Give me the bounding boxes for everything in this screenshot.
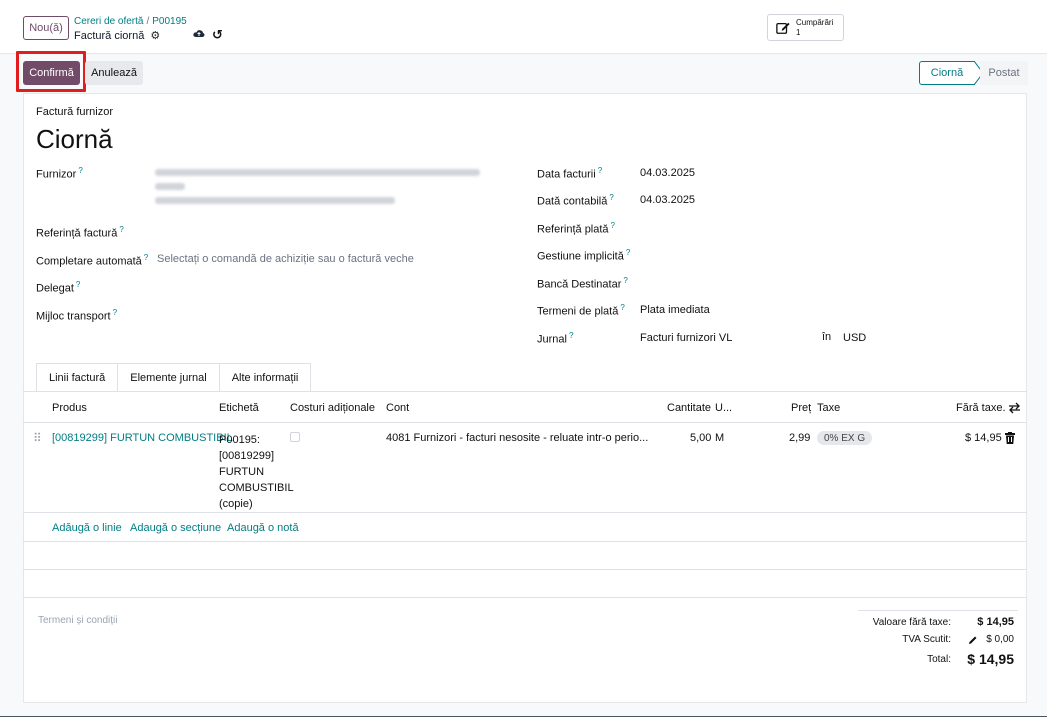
row-uom[interactable]: M [715,432,724,444]
terms-conditions-input[interactable]: Termeni și condiții [38,615,117,626]
default-management-label: Gestiune implicită? [537,248,631,263]
bill-reference-label: Referință factură? [36,225,124,240]
purchases-smart-button[interactable]: Cumpărări 1 [767,14,844,41]
vendor-field[interactable] [155,166,485,216]
row-label-line: (copie) [219,498,253,510]
payment-terms-input[interactable]: Plata imediata [640,304,710,316]
vendor-label: Furnizor? [36,166,83,181]
invoice-date-label: Data facturii? [537,166,603,181]
breadcrumb: Cereri de ofertă / P00195 [74,16,187,27]
status-step-draft[interactable]: Ciornă [919,61,975,85]
row-label-line: [00819299] [219,450,275,462]
cancel-button[interactable]: Anulează [85,61,143,85]
record-title-line: Factură ciornă ⚙ [74,29,160,43]
add-note-link[interactable]: Adaugă o notă [227,522,299,534]
journal-input[interactable]: Facturi furnizori VL [640,332,732,344]
tab-other-info[interactable]: Alte informații [218,363,312,392]
delegate-input[interactable] [155,278,485,294]
status-step-posted[interactable]: Postat [980,61,1028,85]
autocomplete-input[interactable]: Selectați o comandă de achiziție sau o f… [157,253,414,265]
column-account[interactable]: Cont [386,402,409,414]
discard-icon[interactable]: ↺ [212,27,223,43]
empty-row [23,570,1027,598]
row-label-line: COMBUSTIBIL [219,482,294,494]
add-section-link[interactable]: Adaugă o secțiune [130,522,221,534]
breadcrumb-separator: / [146,16,150,27]
cloud-save-icon[interactable] [193,28,205,38]
currency-input[interactable]: USD [843,332,866,344]
column-settings-icon[interactable] [1008,402,1021,414]
row-label-line: FURTUN [219,466,265,478]
total-value: $ 14,95 [967,651,1014,667]
row-subtotal: $ 14,95 [965,432,1002,444]
control-panel [0,0,1047,54]
destination-bank-input[interactable] [640,274,870,290]
tax-label: TVA Scutit: [902,634,951,645]
column-label[interactable]: Etichetă [219,402,259,414]
accounting-date-input[interactable]: 04.03.2025 [640,194,695,206]
breadcrumb-record-link[interactable]: P00195 [152,16,186,27]
row-label[interactable]: P00195: [00819299] FURTUN COMBUSTIBIL (c… [219,432,294,512]
column-uom[interactable]: U... [715,402,732,414]
payment-reference-label: Referință plată? [537,221,615,236]
pencil-icon[interactable] [968,635,978,645]
empty-row [23,542,1027,570]
purchases-label: Cumpărări [796,18,834,27]
accounting-date-label: Dată contabilă? [537,193,614,208]
transport-label: Mijloc transport? [36,308,118,323]
record-title: Factură ciornă [74,29,145,42]
trash-icon[interactable] [1005,432,1015,444]
tab-invoice-lines[interactable]: Linii factură [36,363,119,392]
row-price[interactable]: 2,99 [789,432,810,444]
untaxed-amount-value: $ 14,95 [977,616,1014,628]
tax-value: $ 0,00 [986,634,1014,645]
totals-divider [858,610,1018,611]
breadcrumb-parent-link[interactable]: Cereri de ofertă [74,16,143,27]
untaxed-amount-label: Valoare fără taxe: [872,617,951,628]
row-account[interactable]: 4081 Furnizori - facturi nesosite - relu… [386,432,648,444]
journal-label: Jurnal? [537,331,574,346]
confirm-highlight-box [16,51,86,92]
currency-in-label: în [822,331,832,343]
document-type: Factură furnizor [36,106,114,118]
invoice-date-input[interactable]: 04.03.2025 [640,167,695,179]
drag-handle-icon[interactable]: ⠿ [33,431,42,445]
window-bottom-edge [0,716,1047,720]
tab-journal-items[interactable]: Elemente jurnal [117,363,220,392]
add-line-link[interactable]: Adăugă o linie [52,522,122,534]
column-price[interactable]: Preț [791,402,811,414]
new-button[interactable]: Nou(ă) [23,16,69,40]
row-tax-badge[interactable]: 0% EX G [817,431,873,445]
column-extra-costs[interactable]: Costuri adiționale [290,402,375,414]
bill-reference-input[interactable] [155,222,485,238]
notebook-tabs: Linii factură Elemente jurnal Alte infor… [36,363,312,392]
default-management-input[interactable] [640,246,870,262]
delegate-label: Delegat? [36,280,81,295]
destination-bank-label: Bancă Destinatar? [537,276,628,291]
autocomplete-label: Completare automată? [36,253,149,268]
gear-icon[interactable]: ⚙ [150,29,160,42]
payment-terms-label: Termeni de plată? [537,303,625,318]
total-label: Total: [927,654,951,665]
row-quantity[interactable]: 5,00 [690,432,711,444]
document-state-title: Ciornă [36,124,113,154]
column-product[interactable]: Produs [52,402,87,414]
row-extra-costs-checkbox[interactable] [290,432,300,442]
lines-table-header [23,392,1027,423]
payment-reference-input[interactable] [640,219,870,235]
transport-input[interactable] [155,306,485,322]
row-label-line: P00195: [219,434,260,446]
edit-icon [776,22,790,34]
purchases-count: 1 [796,28,801,37]
column-subtotal[interactable]: Fără taxe. [956,402,1006,414]
column-taxes[interactable]: Taxe [817,402,840,414]
row-product[interactable]: [00819299] FURTUN COMBUSTIBIL [52,432,233,444]
column-quantity[interactable]: Cantitate [667,402,711,414]
